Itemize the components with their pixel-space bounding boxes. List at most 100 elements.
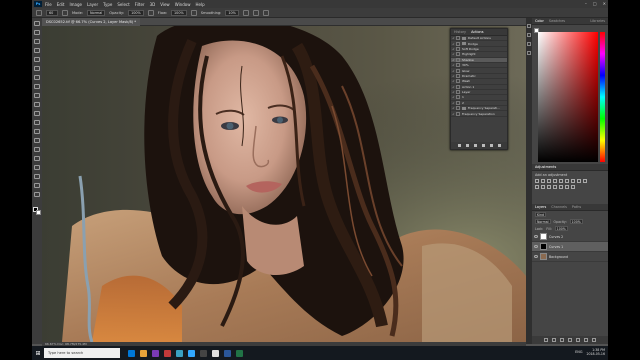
- flow-field[interactable]: 100%: [171, 9, 187, 16]
- dialog-toggle-icon[interactable]: [456, 63, 460, 68]
- layer-row[interactable]: Curves 2: [532, 232, 608, 242]
- healing-brush-tool-icon[interactable]: [34, 75, 40, 80]
- tab-channels[interactable]: Channels: [551, 205, 567, 209]
- brush-settings-icon[interactable]: [62, 9, 68, 16]
- windows-start-icon[interactable]: ⊞: [32, 346, 44, 360]
- dialog-toggle-icon[interactable]: [456, 46, 460, 51]
- pressure-opacity-icon[interactable]: [147, 9, 154, 16]
- adjustment-layer-icon[interactable]: [568, 338, 572, 342]
- clock[interactable]: 1:38 PM 2018-05-16: [586, 348, 605, 356]
- taskbar-app-icon[interactable]: [140, 349, 147, 357]
- gradient-map-icon[interactable]: [565, 185, 569, 189]
- folder-icon[interactable]: [576, 338, 580, 342]
- dialog-toggle-icon[interactable]: [456, 41, 460, 46]
- menu-help[interactable]: Help: [195, 2, 204, 7]
- clone-stamp-tool-icon[interactable]: [34, 93, 40, 98]
- layer-row[interactable]: Background: [532, 252, 608, 262]
- mask-icon[interactable]: [560, 338, 564, 342]
- history-brush-tool-icon[interactable]: [34, 102, 40, 107]
- crop-tool-icon[interactable]: [34, 57, 40, 62]
- document-tab[interactable]: DSC02652.tif @ 66.7% (Curves 2, Layer Ma…: [42, 18, 141, 26]
- color-picker-field[interactable]: [538, 32, 598, 162]
- vibrance-icon[interactable]: [559, 179, 563, 183]
- fx-icon[interactable]: [552, 338, 556, 342]
- panel-icon[interactable]: [527, 24, 531, 28]
- trash-icon[interactable]: [592, 338, 596, 342]
- lasso-tool-icon[interactable]: [34, 39, 40, 44]
- levels-icon[interactable]: [541, 179, 545, 183]
- eye-icon[interactable]: [534, 245, 538, 248]
- eye-icon[interactable]: [534, 255, 538, 258]
- dialog-toggle-icon[interactable]: [456, 106, 460, 111]
- hand-tool-icon[interactable]: [34, 183, 40, 188]
- brush-tool-icon[interactable]: [34, 84, 40, 89]
- path-select-tool-icon[interactable]: [34, 165, 40, 170]
- color-swatches[interactable]: [33, 207, 41, 215]
- selective-color-icon[interactable]: [571, 185, 575, 189]
- maximize-button[interactable]: □: [593, 1, 597, 6]
- symmetry-icon[interactable]: [262, 9, 269, 16]
- channel-mixer-icon[interactable]: [535, 185, 539, 189]
- pen-tool-icon[interactable]: [34, 147, 40, 152]
- threshold-icon[interactable]: [559, 185, 563, 189]
- layer-thumbnail[interactable]: [540, 233, 547, 240]
- menu-image[interactable]: Image: [69, 2, 82, 7]
- close-button[interactable]: ✕: [603, 1, 606, 6]
- pressure-size-icon[interactable]: [252, 9, 259, 16]
- eyedropper-tool-icon[interactable]: [34, 66, 40, 71]
- taskbar-app-icon[interactable]: [152, 349, 159, 357]
- taskbar-app-icon[interactable]: [176, 349, 183, 357]
- zoom-tool-icon[interactable]: [34, 192, 40, 197]
- layer-thumbnail[interactable]: [540, 243, 547, 250]
- mode-select[interactable]: Normal: [87, 9, 106, 16]
- layer-opacity-field[interactable]: 100%: [569, 219, 583, 224]
- dialog-toggle-icon[interactable]: [456, 95, 460, 100]
- photo-filter-icon[interactable]: [583, 179, 587, 183]
- action-row[interactable]: ✓ Frequency Separation: [451, 111, 507, 117]
- tab-swatches[interactable]: Swatches: [549, 19, 565, 23]
- tab-actions[interactable]: Actions: [471, 30, 483, 34]
- move-tool-icon[interactable]: [34, 21, 40, 26]
- smoothing-field[interactable]: 10%: [225, 9, 239, 16]
- color-lookup-icon[interactable]: [541, 185, 545, 189]
- taskbar-app-icon[interactable]: [200, 349, 207, 357]
- eraser-tool-icon[interactable]: [34, 111, 40, 116]
- shape-tool-icon[interactable]: [34, 174, 40, 179]
- tab-color[interactable]: Color: [535, 19, 544, 23]
- panel-icon[interactable]: [527, 42, 531, 46]
- hue-saturation-icon[interactable]: [565, 179, 569, 183]
- dialog-toggle-icon[interactable]: [456, 100, 460, 105]
- play-icon[interactable]: [473, 144, 477, 147]
- trash-icon[interactable]: [497, 144, 501, 147]
- menu-filter[interactable]: Filter: [135, 2, 145, 7]
- brush-tool-icon[interactable]: [36, 9, 42, 16]
- libraries-label[interactable]: Libraries: [590, 19, 605, 23]
- type-tool-icon[interactable]: [34, 156, 40, 161]
- taskbar-app-icon[interactable]: [128, 349, 135, 357]
- blur-tool-icon[interactable]: [34, 129, 40, 134]
- dialog-toggle-icon[interactable]: [456, 84, 460, 89]
- brightness-icon[interactable]: [535, 179, 539, 183]
- opacity-field[interactable]: 100%: [128, 9, 144, 16]
- record-icon[interactable]: [465, 144, 469, 147]
- adjustments-title[interactable]: Adjustments: [535, 165, 556, 169]
- color-balance-icon[interactable]: [571, 179, 575, 183]
- dialog-toggle-icon[interactable]: [456, 90, 460, 95]
- gradient-tool-icon[interactable]: [34, 120, 40, 125]
- tab-paths[interactable]: Paths: [572, 205, 581, 209]
- new-set-icon[interactable]: [481, 144, 485, 147]
- dialog-toggle-icon[interactable]: [456, 111, 460, 116]
- brush-size-field[interactable]: 60: [46, 9, 58, 16]
- taskbar-app-icon[interactable]: [236, 349, 243, 357]
- dialog-toggle-icon[interactable]: [456, 36, 460, 41]
- layer-thumbnail[interactable]: [540, 253, 547, 260]
- menu-edit[interactable]: Edit: [57, 2, 65, 7]
- minimize-button[interactable]: –: [585, 1, 587, 6]
- link-icon[interactable]: [544, 338, 548, 342]
- tab-history[interactable]: History: [454, 30, 466, 34]
- menu-file[interactable]: File: [45, 2, 52, 7]
- menu-type[interactable]: Type: [103, 2, 112, 7]
- dodge-tool-icon[interactable]: [34, 138, 40, 143]
- taskbar-app-icon[interactable]: [212, 349, 219, 357]
- menu-layer[interactable]: Layer: [87, 2, 98, 7]
